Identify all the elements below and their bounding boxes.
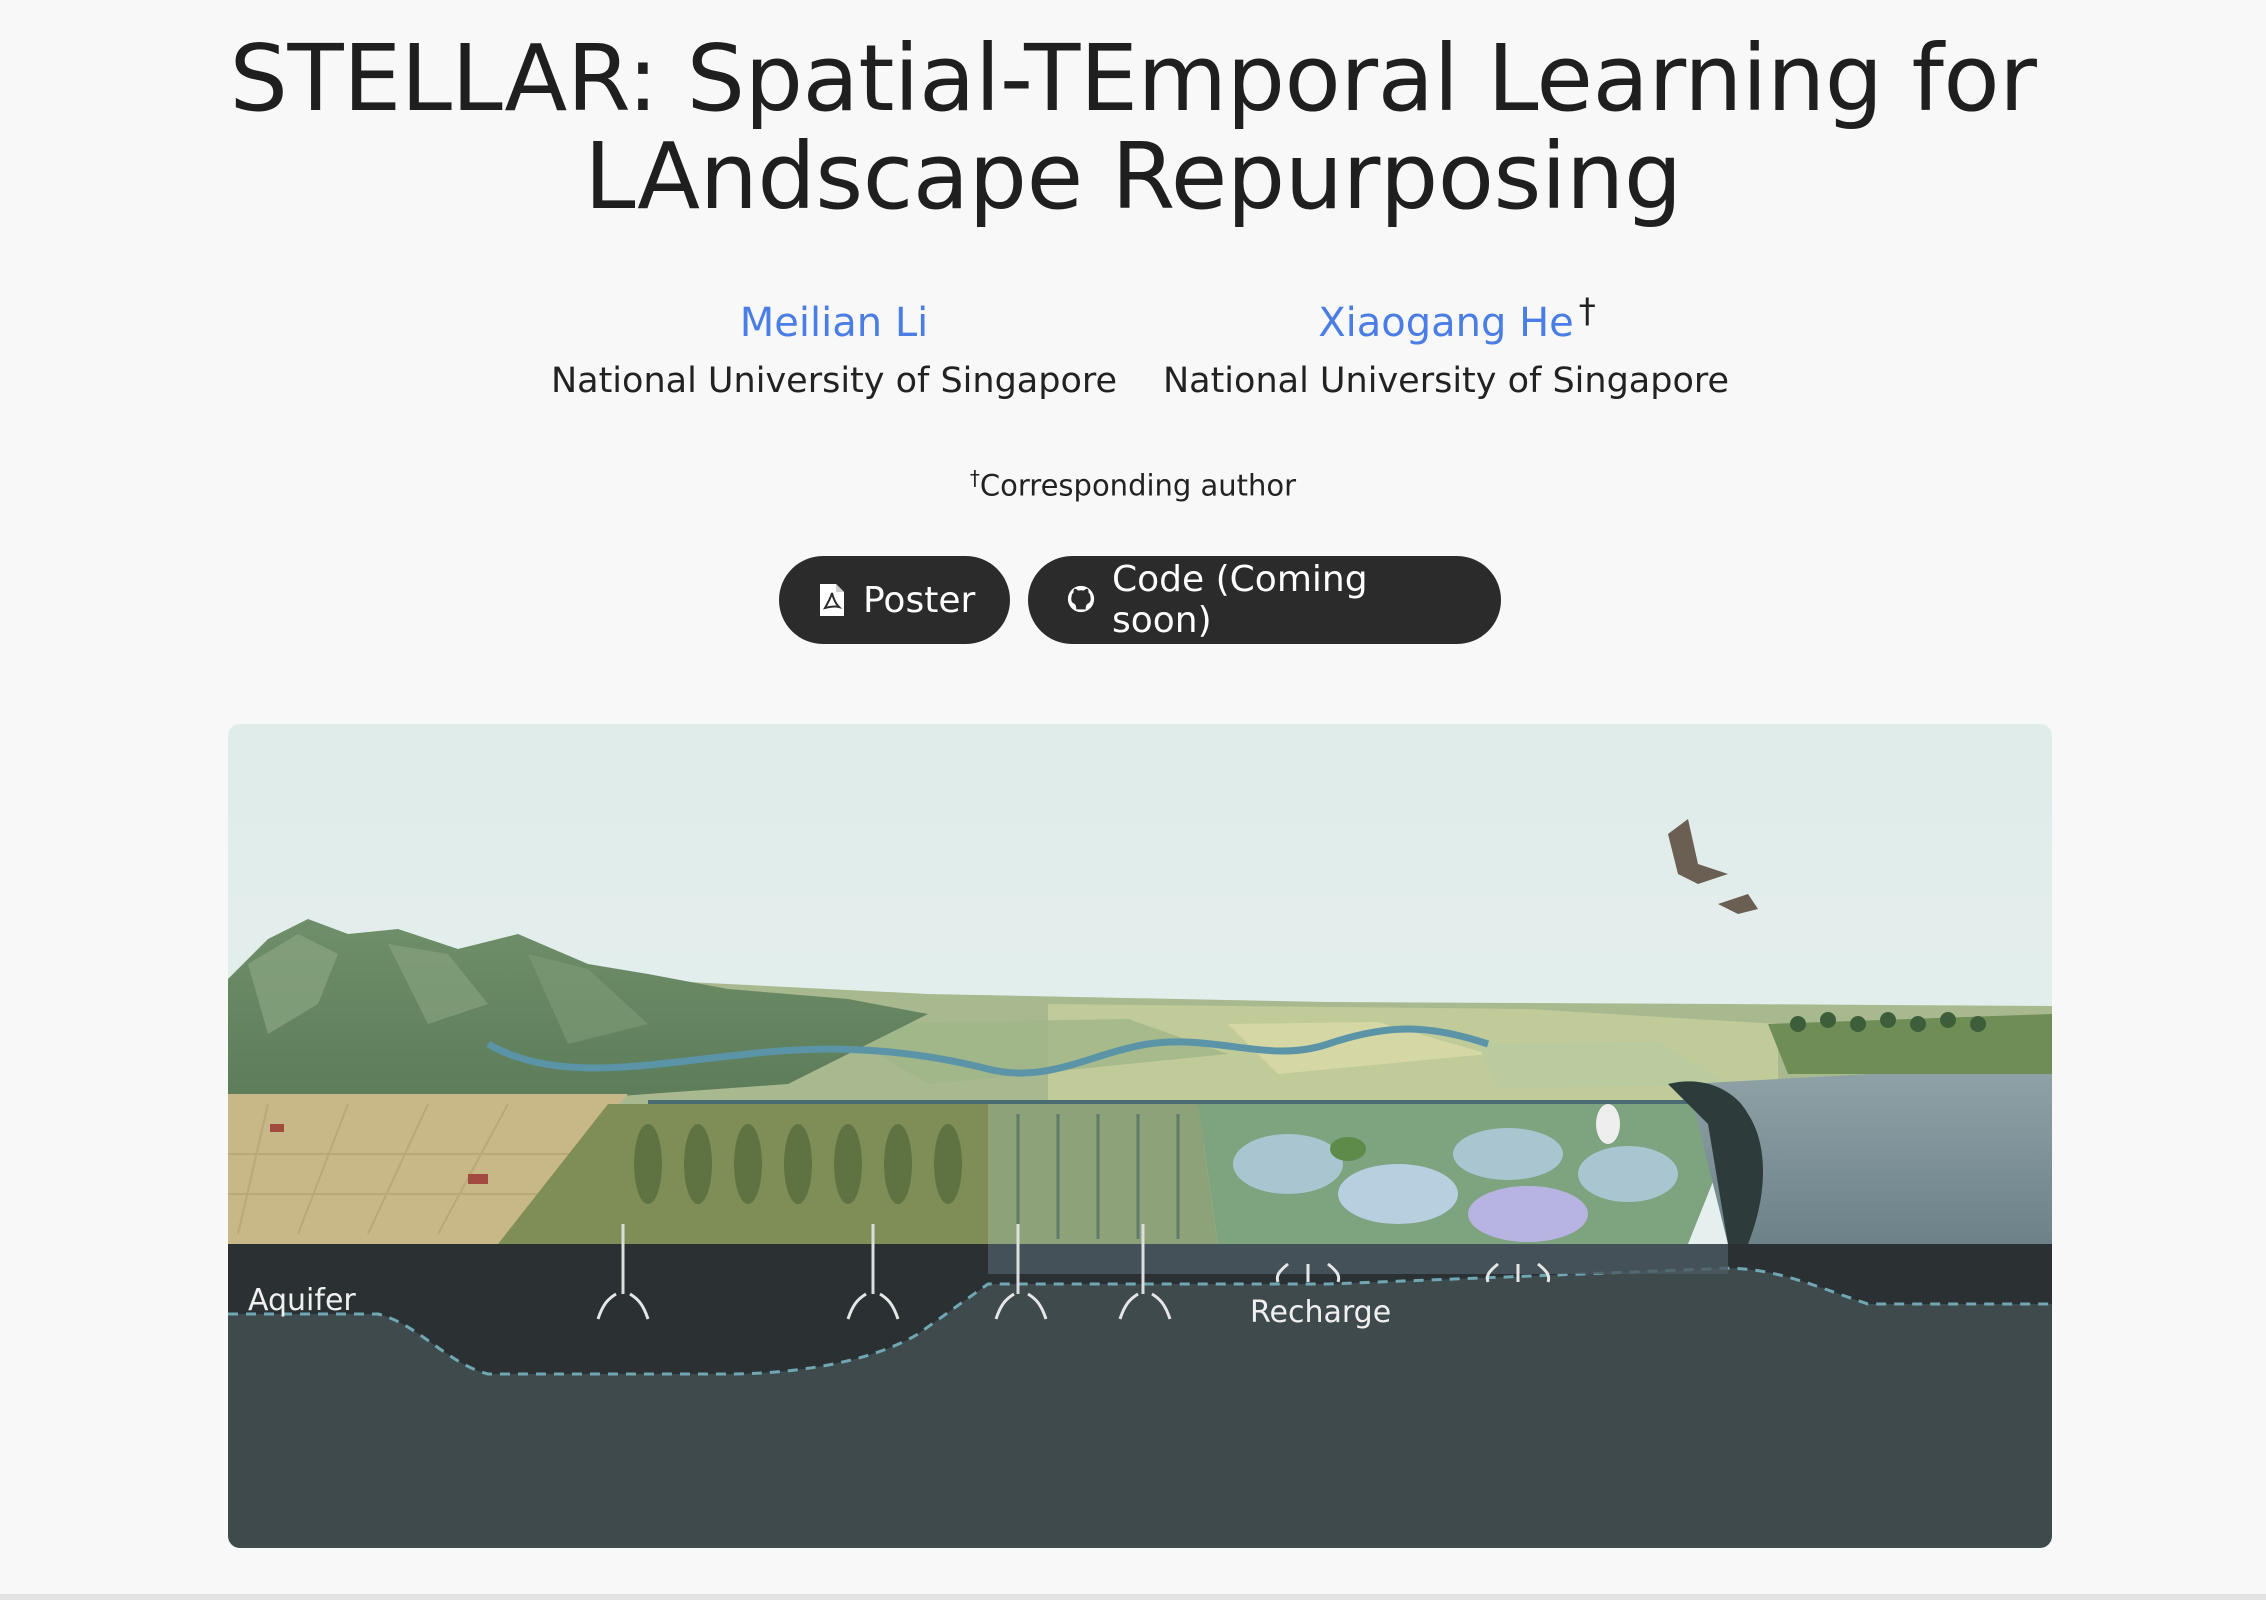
author-affiliation: National University of Singapore: [1162, 361, 1730, 401]
author-link-xiaogang-he[interactable]: Xiaogang He †: [1318, 291, 1596, 348]
corresponding-note: †Corresponding author: [0, 466, 2266, 503]
github-icon: [1066, 583, 1096, 617]
code-button[interactable]: Code (Coming soon): [1028, 556, 1501, 644]
footer-divider: [0, 1594, 2266, 1600]
title-line-2: LAndscape Repurposing: [584, 123, 1682, 230]
project-page: STELLAR: Spatial-TEmporal Learning for L…: [0, 0, 2266, 1600]
author-2: Xiaogang He † National University of Sing…: [1136, 291, 1756, 406]
code-button-label: Code (Coming soon): [1112, 559, 1368, 641]
poster-button-label: Poster: [863, 579, 976, 621]
page-title: STELLAR: Spatial-TEmporal Learning for L…: [0, 30, 2266, 226]
author-affiliation: National University of Singapore: [550, 361, 1118, 401]
dagger-mark: †: [969, 466, 980, 490]
landscape-illustration: Aquifer Recharge: [228, 724, 2052, 1548]
author-list: Meilian Li National University of Singap…: [0, 291, 2266, 428]
aquifer-label: Aquifer: [248, 1283, 356, 1318]
title-line-1: STELLAR: Spatial-TEmporal Learning for: [229, 25, 2037, 132]
link-buttons: Poster Code (Coming soon): [779, 556, 1501, 644]
corresponding-dagger: †: [1578, 291, 1596, 331]
author-1: Meilian Li National University of Singap…: [524, 298, 1144, 406]
poster-button[interactable]: Poster: [779, 556, 1010, 644]
note-text: Corresponding author: [979, 468, 1297, 503]
file-pdf-icon: [817, 583, 847, 617]
recharge-label: Recharge: [1250, 1295, 1391, 1330]
author-link-meilian-li[interactable]: Meilian Li: [740, 298, 928, 348]
